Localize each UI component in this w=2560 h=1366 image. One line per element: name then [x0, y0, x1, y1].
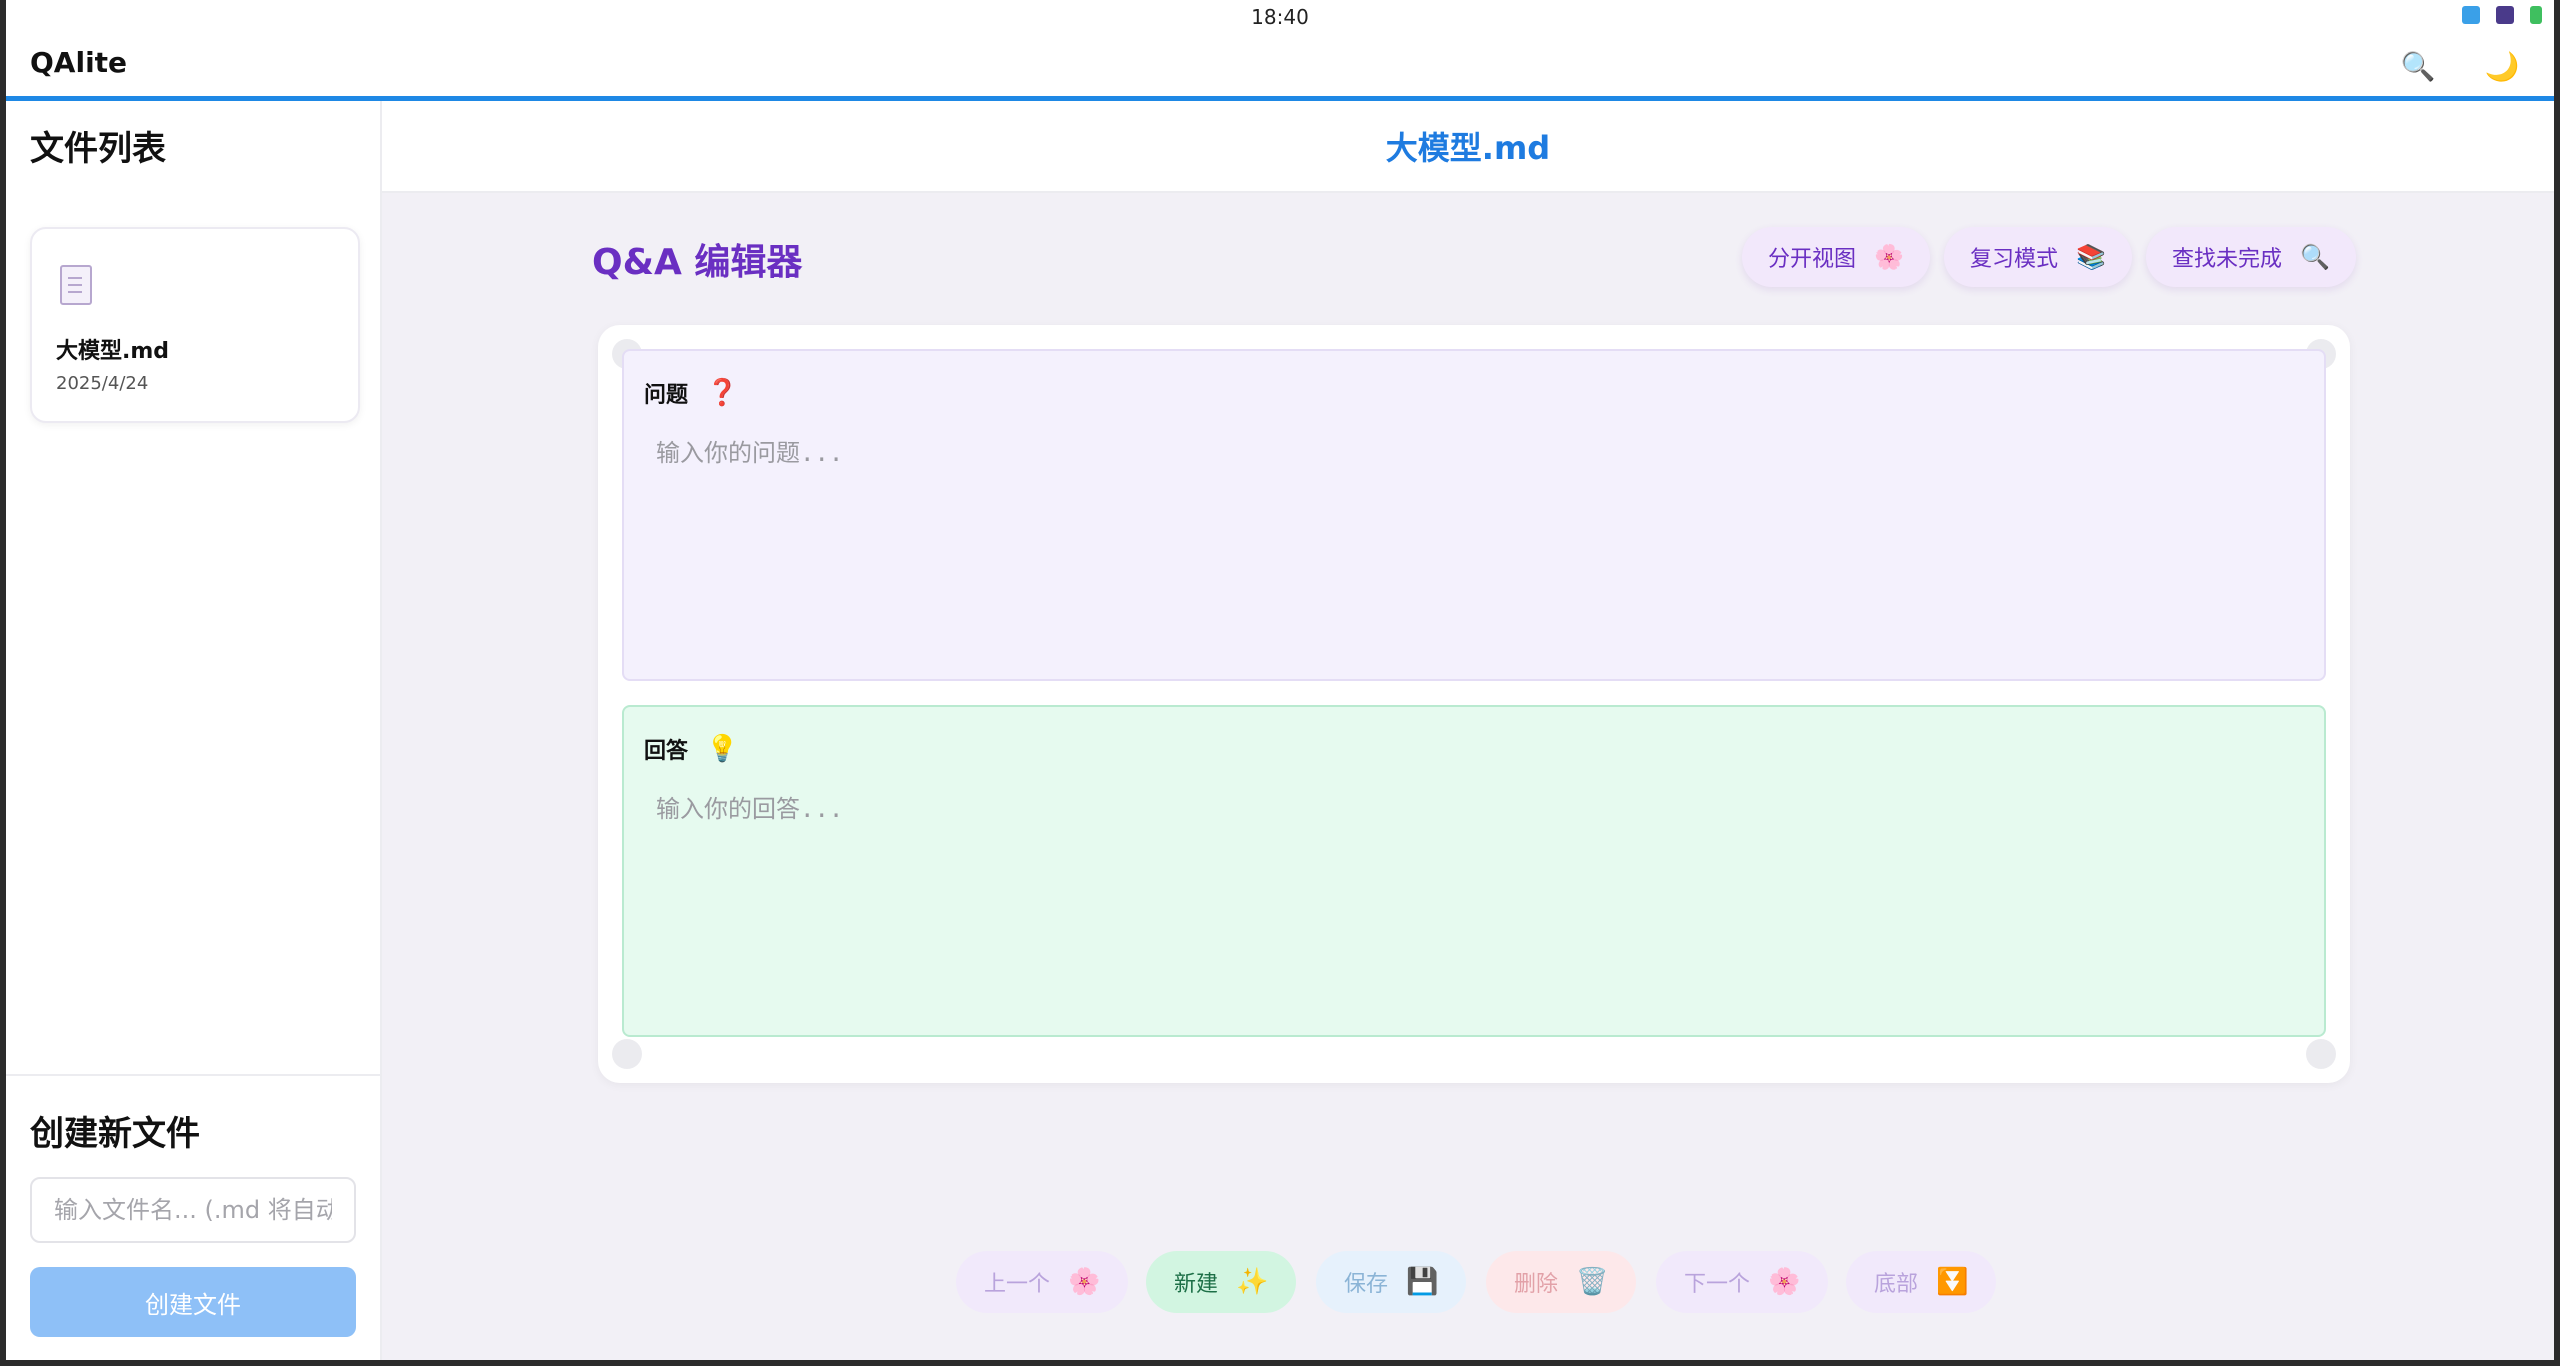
answer-panel: 回答 💡	[622, 705, 2326, 1037]
document-icon	[60, 265, 92, 305]
create-file-button[interactable]: 创建文件	[30, 1267, 356, 1337]
split-view-button[interactable]: 分开视图 🌸	[1742, 227, 1930, 287]
flower-icon: 🌸	[1874, 243, 1904, 271]
main-area: 大模型.md Q&A 编辑器 分开视图 🌸 复习模式 📚 查找未完成 🔍 问题 …	[382, 101, 2554, 1360]
sparkles-icon: ✨	[1236, 1267, 1269, 1297]
answer-label-text: 回答	[644, 739, 689, 764]
question-input[interactable]	[644, 433, 2304, 653]
question-label: 问题 ❓	[644, 377, 738, 409]
scroll-bottom-button[interactable]: 底部 ⏬	[1846, 1251, 1997, 1313]
file-list-title: 文件列表	[30, 129, 166, 169]
battery-icon	[2530, 6, 2542, 24]
new-label: 新建	[1174, 1272, 1219, 1297]
floppy-disk-icon: 💾	[1406, 1267, 1439, 1297]
find-incomplete-button[interactable]: 查找未完成 🔍	[2146, 227, 2356, 287]
file-card[interactable]: 大模型.md 2025/4/24	[30, 227, 360, 423]
signal-icon	[2462, 6, 2480, 24]
delete-label: 删除	[1514, 1272, 1559, 1297]
previous-label: 上一个	[984, 1272, 1051, 1297]
network-icon	[2496, 6, 2514, 24]
file-date: 2025/4/24	[56, 373, 149, 394]
file-name: 大模型.md	[56, 339, 170, 364]
question-mark-icon: ❓	[706, 378, 739, 408]
flower-icon: 🌸	[1068, 1267, 1101, 1297]
system-status-bar: 18:40	[6, 0, 2554, 34]
trash-icon: 🗑️	[1576, 1267, 1609, 1297]
save-label: 保存	[1344, 1272, 1389, 1297]
sidebar-divider	[6, 1074, 380, 1076]
review-mode-button[interactable]: 复习模式 📚	[1944, 227, 2132, 287]
review-mode-label: 复习模式	[1970, 247, 2059, 272]
save-button[interactable]: 保存 💾	[1316, 1251, 1467, 1313]
lightbulb-icon: 💡	[706, 734, 739, 764]
scroll-bottom-label: 底部	[1874, 1272, 1919, 1297]
double-down-arrow-icon: ⏬	[1936, 1267, 1969, 1297]
qa-editor-card: 问题 ❓ 回答 💡	[598, 325, 2350, 1083]
question-panel: 问题 ❓	[622, 349, 2326, 681]
resize-handle[interactable]	[2306, 1039, 2336, 1069]
next-button[interactable]: 下一个 🌸	[1656, 1251, 1829, 1313]
question-label-text: 问题	[644, 383, 689, 408]
find-incomplete-label: 查找未完成	[2172, 247, 2283, 272]
resize-handle[interactable]	[612, 1039, 642, 1069]
answer-input[interactable]	[644, 789, 2304, 1009]
books-icon: 📚	[2076, 243, 2106, 271]
delete-button[interactable]: 删除 🗑️	[1486, 1251, 1637, 1313]
magnifier-icon: 🔍	[2300, 243, 2330, 271]
app-bar: QAlite 🔍 🌙	[6, 34, 2554, 101]
search-icon[interactable]: 🔍	[2398, 46, 2438, 86]
theme-toggle-moon-icon[interactable]: 🌙	[2482, 46, 2522, 86]
split-view-label: 分开视图	[1768, 247, 1857, 272]
clock: 18:40	[1251, 5, 1309, 29]
system-tray	[2462, 6, 2542, 24]
answer-label: 回答 💡	[644, 733, 738, 765]
new-file-name-input[interactable]	[30, 1177, 356, 1243]
document-title: 大模型.md	[1385, 129, 1551, 167]
sidebar: 文件列表 大模型.md 2025/4/24 创建新文件 创建文件	[6, 101, 382, 1360]
next-label: 下一个	[1684, 1272, 1751, 1297]
app-window: 18:40 QAlite 🔍 🌙 文件列表 大模型.md 2025/4/24 创…	[6, 0, 2554, 1360]
new-button[interactable]: 新建 ✨	[1146, 1251, 1297, 1313]
create-file-title: 创建新文件	[30, 1114, 200, 1154]
main-header: 大模型.md	[382, 101, 2554, 193]
app-title: QAlite	[30, 46, 128, 79]
flower-icon: 🌸	[1768, 1267, 1801, 1297]
editor-title: Q&A 编辑器	[592, 242, 803, 283]
previous-button[interactable]: 上一个 🌸	[956, 1251, 1129, 1313]
